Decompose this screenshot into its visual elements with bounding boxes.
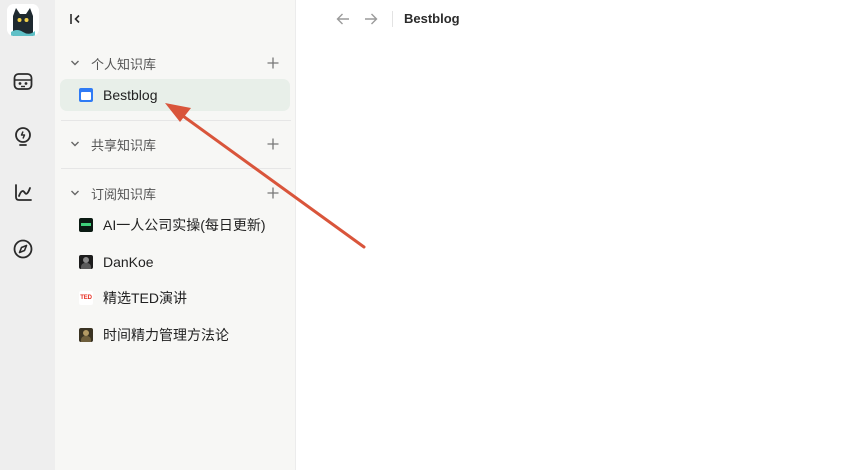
back-button[interactable]: [334, 10, 352, 28]
main-content: Bestblog: [296, 0, 862, 470]
knowledge-base-sidebar: 个人知识库 Bestblog 共享知识库 订阅知识库 AI一人公司实操(每日更新…: [55, 0, 296, 470]
forward-button[interactable]: [362, 10, 380, 28]
sidebar-item-label: Bestblog: [103, 87, 158, 103]
add-personal-kb-button[interactable]: [265, 55, 281, 71]
user-avatar[interactable]: [7, 4, 39, 36]
plus-icon: [267, 57, 279, 69]
section-title: 订阅知识库: [91, 186, 157, 202]
breadcrumb: Bestblog: [404, 11, 460, 26]
rail-robot-button[interactable]: [8, 66, 38, 96]
dark-thumbnail-icon: [79, 218, 93, 232]
plus-icon: [267, 138, 279, 150]
sidebar-item-label: AI一人公司实操(每日更新): [103, 217, 266, 233]
chevron-down-icon: [67, 185, 83, 201]
rail-stats-button[interactable]: [8, 178, 38, 208]
sidebar-item-ai-company[interactable]: AI一人公司实操(每日更新): [60, 209, 290, 241]
ted-logo-icon: TED: [79, 291, 93, 305]
chevron-down-icon: [67, 55, 83, 71]
section-shared-kb[interactable]: 共享知识库: [65, 129, 287, 159]
sidebar-item-time-management[interactable]: 时间精力管理方法论: [60, 319, 290, 351]
add-shared-kb-button[interactable]: [265, 136, 281, 152]
sidebar-item-label: DanKoe: [103, 254, 154, 270]
robot-icon: [13, 73, 33, 90]
sidebar-item-label: 精选TED演讲: [103, 290, 187, 306]
divider: [61, 120, 291, 121]
section-personal-kb[interactable]: 个人知识库: [65, 48, 287, 78]
chart-icon: [15, 184, 32, 201]
compass-icon: [13, 239, 33, 259]
section-title: 个人知识库: [91, 56, 157, 72]
divider: [61, 168, 291, 169]
chevron-down-icon: [67, 136, 83, 152]
sidebar-item-label: 时间精力管理方法论: [103, 327, 229, 343]
cat-avatar-icon: [7, 4, 39, 36]
header-separator: [392, 11, 393, 27]
sidebar-item-bestblog[interactable]: Bestblog: [60, 79, 290, 111]
section-subscribed-kb[interactable]: 订阅知识库: [65, 178, 287, 208]
collapse-sidebar-button[interactable]: [67, 10, 85, 28]
portrait-thumbnail-icon: [79, 328, 93, 342]
ted-logo-text: TED: [80, 295, 92, 301]
arrow-right-icon: [365, 13, 378, 25]
rail-ideas-button[interactable]: [8, 122, 38, 152]
plus-icon: [267, 187, 279, 199]
lightbulb-icon: [15, 127, 31, 146]
arrow-left-icon: [336, 13, 349, 25]
collapse-left-icon: [70, 14, 80, 24]
calendar-icon: [79, 88, 93, 102]
portrait-thumbnail-icon: [79, 255, 93, 269]
sidebar-item-ted[interactable]: TED 精选TED演讲: [60, 282, 290, 314]
app-icon-rail: [0, 0, 55, 470]
add-subscribed-kb-button[interactable]: [265, 185, 281, 201]
section-title: 共享知识库: [91, 137, 157, 153]
sidebar-item-dankoe[interactable]: DanKoe: [60, 246, 290, 278]
rail-explore-button[interactable]: [8, 234, 38, 264]
